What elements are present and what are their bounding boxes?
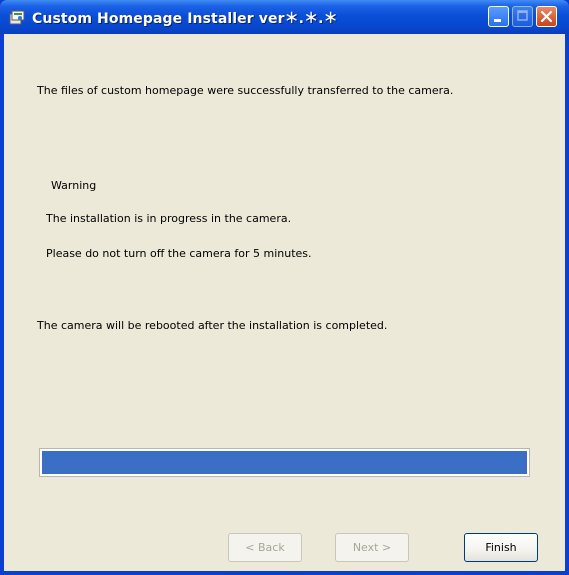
maximize-icon <box>517 10 528 21</box>
progress-bar-fill <box>42 451 527 474</box>
dialog-body: The files of custom homepage were succes… <box>4 34 565 571</box>
reboot-notice-text: The camera will be rebooted after the in… <box>37 319 388 332</box>
window-title: Custom Homepage Installer ver＊.＊.＊ <box>32 11 338 27</box>
finish-button[interactable]: Finish <box>464 533 538 562</box>
installation-progress-text: The installation is in progress in the c… <box>46 212 292 225</box>
title-bar[interactable]: Custom Homepage Installer ver＊.＊.＊ <box>0 0 569 34</box>
warning-heading: Warning <box>51 179 97 192</box>
maximize-button <box>512 6 533 27</box>
next-button[interactable]: Next > <box>335 533 409 562</box>
close-icon <box>540 10 553 23</box>
minimize-button[interactable] <box>488 6 509 27</box>
back-button[interactable]: < Back <box>228 533 302 562</box>
transfer-success-text: The files of custom homepage were succes… <box>37 84 454 97</box>
minimize-icon <box>494 19 501 22</box>
power-off-warning-text: Please do not turn off the camera for 5 … <box>46 247 312 260</box>
progress-bar <box>39 448 530 477</box>
installer-app-icon <box>9 9 26 26</box>
close-button[interactable] <box>536 6 557 27</box>
installer-window: Custom Homepage Installer ver＊.＊.＊ The f… <box>0 0 569 575</box>
